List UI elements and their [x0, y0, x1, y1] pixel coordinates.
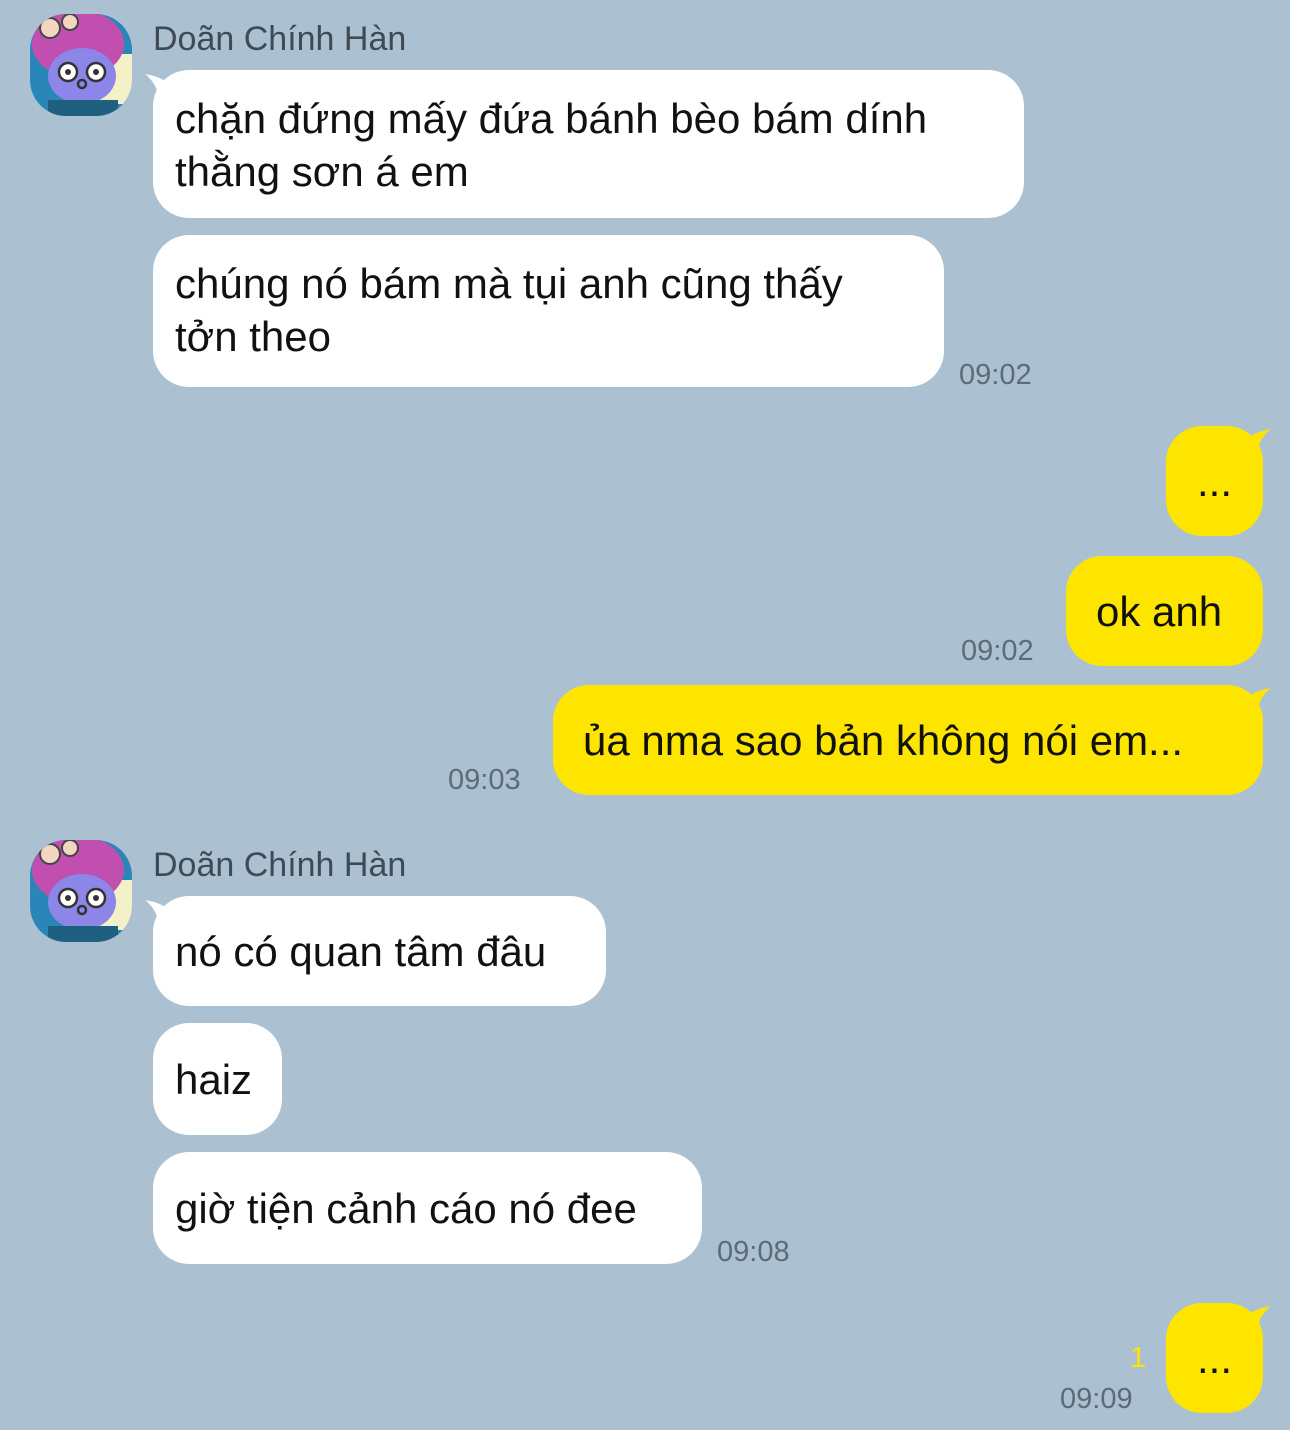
message-timestamp: 09:02: [959, 359, 1032, 391]
message-bubble[interactable]: chặn đứng mấy đứa bánh bèo bám dính thằn…: [153, 70, 1024, 218]
message-bubble[interactable]: nó có quan tâm đâu: [153, 896, 606, 1006]
message-text: nó có quan tâm đâu: [175, 927, 547, 975]
message-text: haiz: [175, 1055, 253, 1103]
message-text: ...: [1196, 1334, 1232, 1382]
message-text-line: chặn đứng mấy đứa bánh bèo bám dính: [175, 95, 928, 142]
message-bubble[interactable]: ủa nma sao bản không nói em...: [553, 685, 1263, 795]
sender-name: Doãn Chính Hàn: [153, 20, 407, 58]
message-text-line: thằng sơn á em: [175, 148, 469, 195]
message-bubble[interactable]: ...: [1166, 1303, 1263, 1413]
message-timestamp: 09:02: [961, 635, 1034, 667]
message-text-line: chúng nó bám mà tụi anh cũng thấy: [175, 260, 843, 307]
message-text: ...: [1196, 457, 1232, 505]
message-text: ủa nma sao bản không nói em...: [583, 716, 1184, 764]
message-timestamp: 09:09: [1060, 1383, 1133, 1415]
message-bubble[interactable]: giờ tiện cảnh cáo nó đee: [153, 1152, 702, 1264]
message-bubble[interactable]: ok anh: [1066, 556, 1263, 666]
message-text: giờ tiện cảnh cáo nó đee: [175, 1184, 637, 1232]
unread-count: 1: [1130, 1342, 1147, 1374]
sender-name: Doãn Chính Hàn: [153, 846, 407, 884]
message-bubble[interactable]: chúng nó bám mà tụi anh cũng thấy tởn th…: [153, 235, 944, 387]
message-timestamp: 09:03: [448, 764, 521, 796]
message-bubble[interactable]: ...: [1166, 426, 1263, 536]
purple-bunny-avatar-icon: [30, 840, 132, 942]
avatar[interactable]: [30, 14, 132, 116]
message-timestamp: 09:08: [717, 1236, 790, 1268]
message-text: ok anh: [1096, 587, 1223, 635]
avatar[interactable]: [30, 840, 132, 942]
message-text-line: tởn theo: [175, 313, 331, 360]
purple-bunny-avatar-icon: [30, 14, 132, 116]
message-bubble[interactable]: haiz: [153, 1023, 282, 1135]
